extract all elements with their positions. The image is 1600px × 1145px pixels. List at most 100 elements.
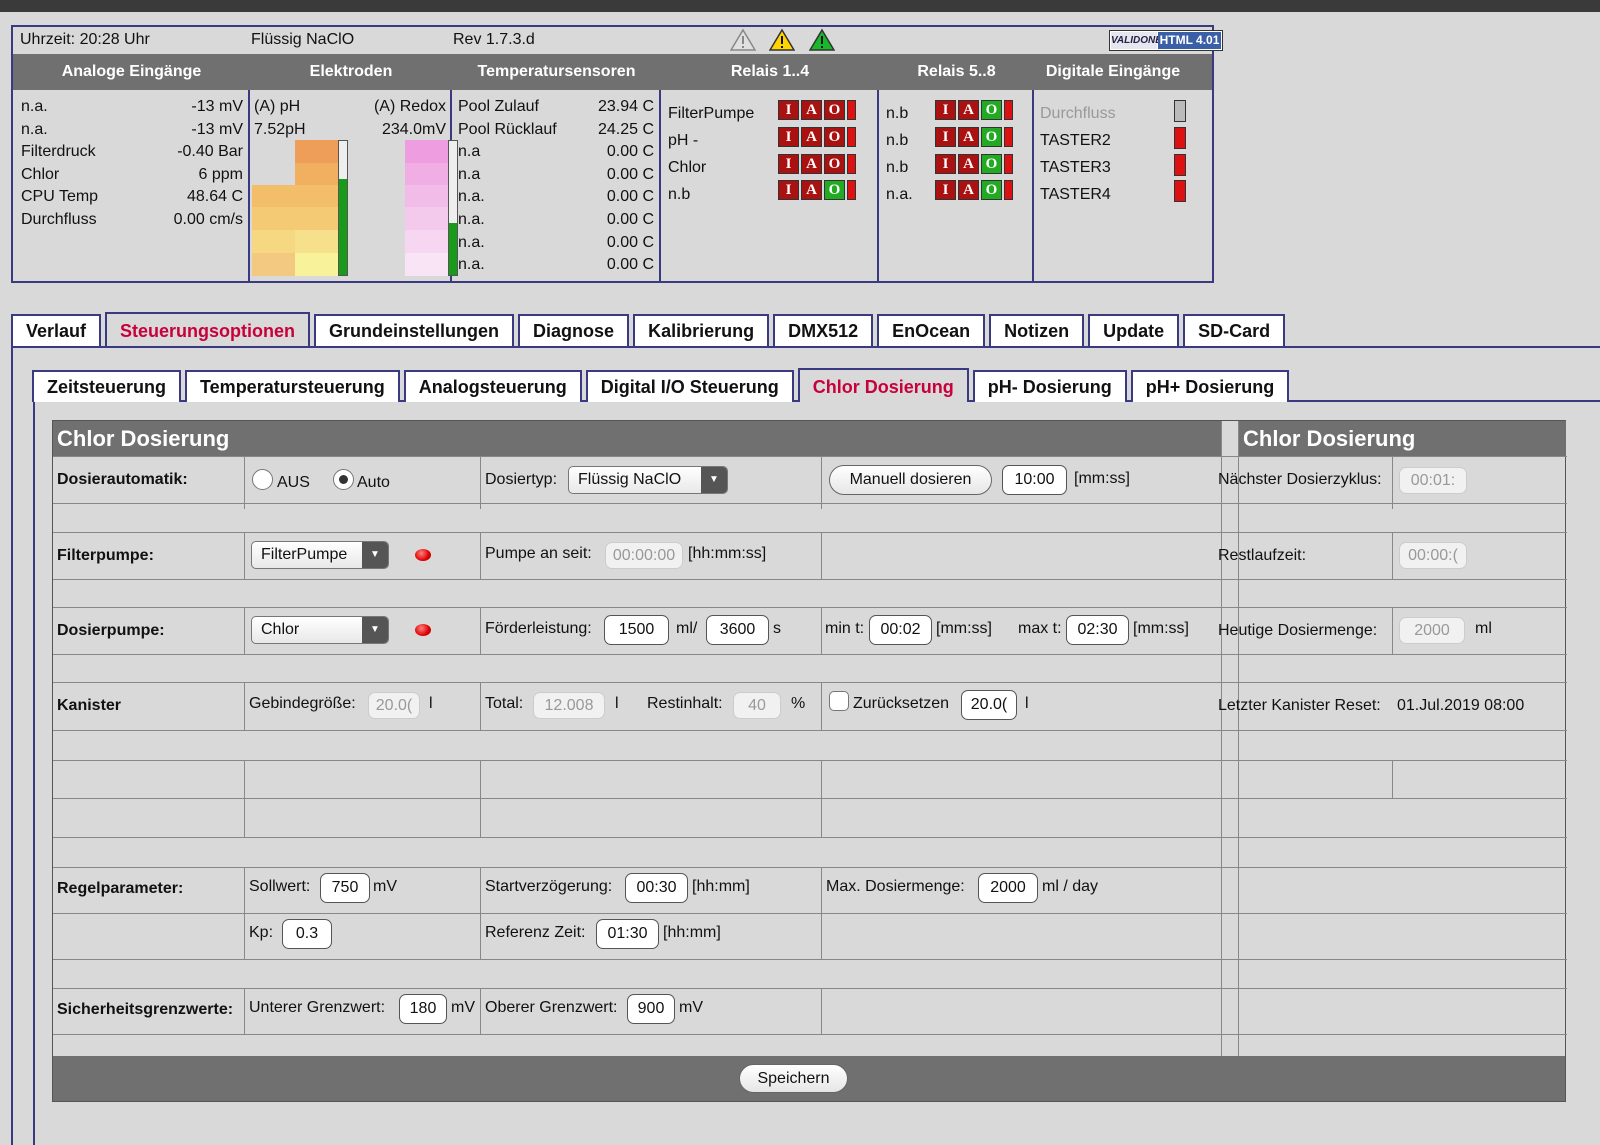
dosierpumpe-select[interactable]: Chlor ▼ [251, 616, 389, 644]
min-t-input[interactable]: 00:02 [869, 615, 932, 645]
relay-i-button[interactable]: I [935, 100, 956, 120]
naechster-input[interactable]: 00:01: [1399, 467, 1467, 494]
gebinde-input[interactable]: 20.0( [368, 692, 420, 719]
top-bar [0, 0, 1600, 12]
referenz-zeit-input[interactable]: 01:30 [596, 919, 659, 949]
relay-i-button[interactable]: I [935, 154, 956, 174]
relay-o-button[interactable]: O [824, 127, 845, 147]
relay-o-button[interactable]: O [981, 180, 1002, 200]
restinhalt-input[interactable]: 40 [733, 692, 781, 719]
max-t-input[interactable]: 02:30 [1066, 615, 1129, 645]
oberer-grenzwert-input[interactable]: 900 [627, 994, 675, 1024]
relay-i-button[interactable]: I [778, 100, 799, 120]
main-tabs: Verlauf Steuerungsoptionen Grundeinstell… [11, 312, 1289, 346]
header-relays-1-4: Relais 1..4 [661, 54, 879, 90]
subtab-zeitsteuerung[interactable]: Zeitsteuerung [32, 370, 182, 402]
temp-row: n.a. 0.00 C [458, 209, 654, 232]
auto-radio[interactable] [333, 469, 354, 490]
divider [821, 607, 822, 654]
relay-i-button[interactable]: I [935, 180, 956, 200]
pumpe-an-seit-label: Pumpe an seit: [485, 545, 592, 562]
tab-grundeinstellungen[interactable]: Grundeinstellungen [314, 314, 515, 346]
relay-a-button[interactable]: A [958, 180, 979, 200]
heutige-label: Heutige Dosiermenge: [1218, 622, 1378, 639]
panel-footer: Speichern [53, 1056, 1565, 1101]
relay-a-button[interactable]: A [801, 154, 822, 174]
zuruecksetzen-checkbox[interactable] [829, 691, 849, 711]
relay-o-button[interactable]: O [981, 127, 1002, 147]
tab-enocean[interactable]: EnOcean [877, 314, 986, 346]
relay-o-button[interactable]: O [981, 100, 1002, 120]
relay-a-button[interactable]: A [801, 127, 822, 147]
zuruecksetzen-input[interactable]: 20.0( [961, 690, 1017, 720]
relay-name: n.b [886, 159, 909, 176]
relay-i-button[interactable]: I [778, 127, 799, 147]
temp-value: 0.00 C [606, 233, 654, 251]
relay-a-button[interactable]: A [801, 180, 822, 200]
relay-i-button[interactable]: I [778, 154, 799, 174]
relay-o-button[interactable]: O [824, 100, 845, 120]
relay-name: Chlor [668, 159, 707, 176]
tab-notizen[interactable]: Notizen [989, 314, 1085, 346]
analog-name: Durchfluss [21, 210, 97, 228]
tab-dmx512[interactable]: DMX512 [773, 314, 874, 346]
digital-input-led-icon [1174, 127, 1186, 149]
manuell-time-input[interactable]: 10:00 [1002, 465, 1067, 495]
sollwert-input[interactable]: 750 [320, 873, 370, 903]
mmss-unit: [mm:ss] [1074, 470, 1130, 487]
restlaufzeit-input[interactable]: 00:00:( [1399, 542, 1467, 569]
relay-a-button[interactable]: A [958, 100, 979, 120]
manuell-dosieren-button[interactable]: Manuell dosieren [829, 465, 992, 495]
validone-badge[interactable]: VALIDONE HTML 4.01 [1109, 30, 1223, 51]
heutige-input[interactable]: 2000 [1399, 617, 1465, 644]
foerder-ml-input[interactable]: 1500 [604, 615, 669, 645]
tab-kalibrierung[interactable]: Kalibrierung [633, 314, 770, 346]
startverzoegerung-input[interactable]: 00:30 [625, 873, 688, 903]
dosiertyp-select[interactable]: Flüssig NaClO ▼ [568, 466, 728, 494]
unterer-grenzwert-input[interactable]: 180 [399, 994, 447, 1024]
speichern-button[interactable]: Speichern [739, 1064, 848, 1093]
subtab-ph-minus[interactable]: pH- Dosierung [972, 370, 1127, 402]
tab-steuerungsoptionen[interactable]: Steuerungsoptionen [105, 312, 311, 346]
relay-i-button[interactable]: I [935, 127, 956, 147]
kp-input[interactable]: 0.3 [282, 919, 332, 949]
subtab-digital-io[interactable]: Digital I/O Steuerung [585, 370, 794, 402]
tab-verlauf[interactable]: Verlauf [11, 314, 102, 346]
temp-value: 0.00 C [606, 143, 654, 161]
dosierautomatik-label: Dosierautomatik: [57, 471, 188, 488]
analog-row: Durchfluss 0.00 cm/s [21, 209, 243, 232]
mode-text: Flüssig NaClO [251, 31, 355, 48]
filterpumpe-select[interactable]: FilterPumpe ▼ [251, 541, 389, 569]
aus-radio[interactable] [252, 469, 273, 490]
relay-o-button[interactable]: O [981, 154, 1002, 174]
relay-o-button[interactable]: O [824, 180, 845, 200]
relay-a-button[interactable]: A [958, 127, 979, 147]
foerder-s-input[interactable]: 3600 [706, 615, 769, 645]
tab-update[interactable]: Update [1088, 314, 1180, 346]
subtab-analogsteuerung[interactable]: Analogsteuerung [403, 370, 582, 402]
referenz-zeit-label: Referenz Zeit: [485, 924, 586, 941]
relay-i-button[interactable]: I [778, 180, 799, 200]
relay-a-button[interactable]: A [958, 154, 979, 174]
row-divider [53, 579, 1567, 580]
subtab-ph-plus[interactable]: pH+ Dosierung [1130, 370, 1290, 402]
total-input[interactable]: 12.008 [533, 692, 605, 719]
max-dosiermenge-input[interactable]: 2000 [978, 873, 1038, 903]
foerderleistung-label: Förderleistung: [485, 620, 592, 637]
row-divider [53, 1034, 1567, 1035]
relay-name: n.b [886, 105, 909, 122]
pumpe-an-seit-input[interactable]: 00:00:00 [605, 542, 683, 569]
tab-sd-card[interactable]: SD-Card [1183, 314, 1286, 346]
subtab-chlor-dosierung[interactable]: Chlor Dosierung [797, 368, 969, 402]
tab-diagnose[interactable]: Diagnose [518, 314, 630, 346]
temp-name: n.a. [458, 210, 485, 228]
subtab-temperatursteuerung[interactable]: Temperatursteuerung [185, 370, 400, 402]
temp-value: 0.00 C [606, 210, 654, 228]
relay-a-button[interactable]: A [801, 100, 822, 120]
separator [248, 90, 250, 281]
digital-input-name: TASTER4 [1040, 186, 1111, 203]
divider [1392, 607, 1393, 654]
analog-value: 48.64 C [186, 188, 243, 206]
electrode-label-row: (A) pH (A) Redox [254, 96, 446, 119]
relay-o-button[interactable]: O [824, 154, 845, 174]
